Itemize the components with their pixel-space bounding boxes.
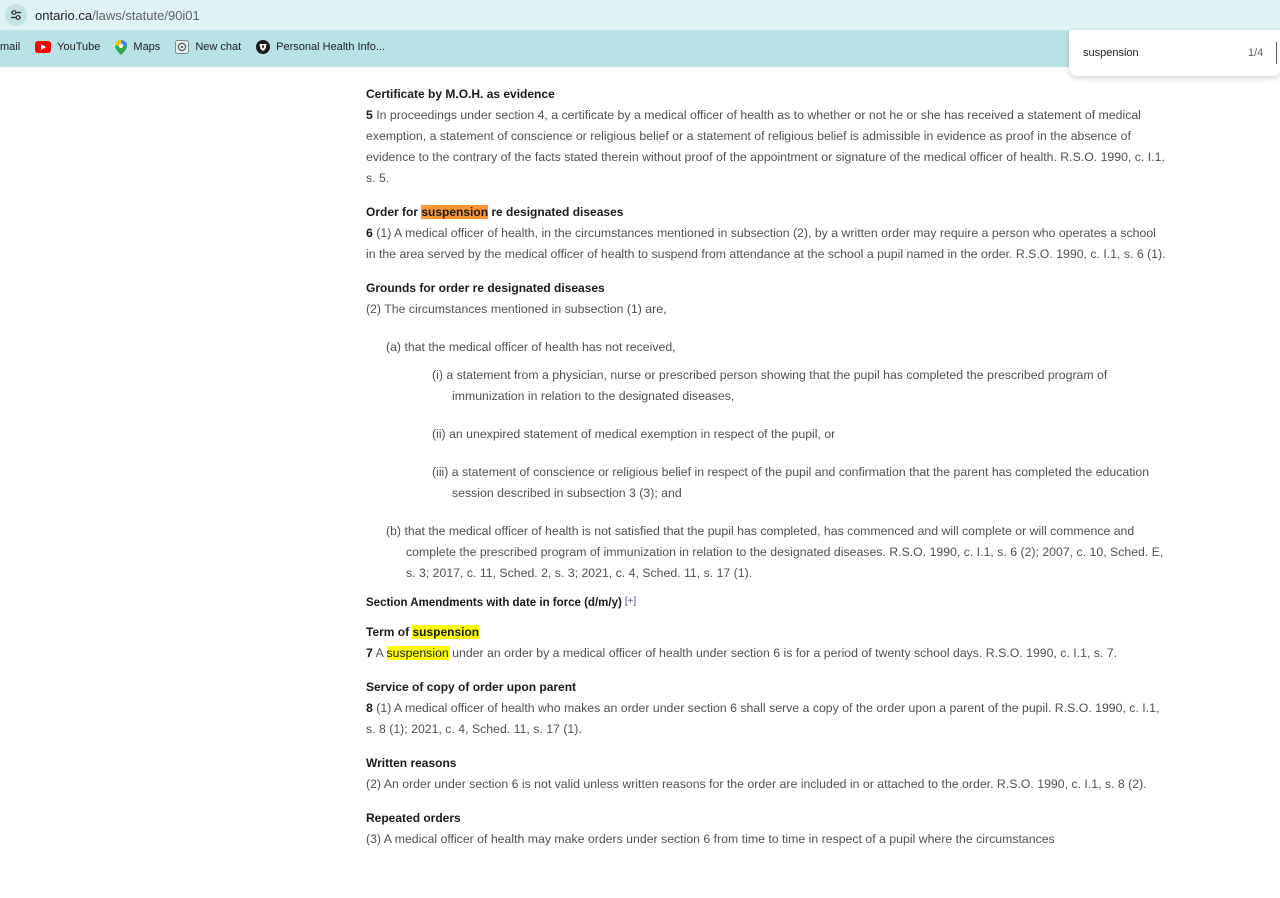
section-number: 6 [366, 226, 373, 240]
section-body: under an order by a medical officer of h… [448, 646, 1118, 660]
find-in-page-bar: suspension 1/4 [1069, 30, 1280, 76]
section-text: 6 (1) A medical officer of health, in th… [366, 223, 1166, 265]
section-heading: Written reasons [366, 756, 457, 770]
section-heading: Grounds for order re designated diseases [366, 281, 605, 295]
section-body: A [372, 646, 387, 660]
section-body: (2) An order under section 6 is not vali… [366, 777, 1147, 791]
section-8-3: Repeated orders (3) A medical officer of… [366, 808, 1166, 850]
section-text: 8 (1) A medical officer of health who ma… [366, 698, 1166, 740]
section-heading: Order for suspension re designated disea… [366, 202, 1166, 223]
heading-text: Term of [366, 625, 413, 639]
bookmarks-bar: mail YouTube Maps New chat Personal Heal… [0, 34, 400, 60]
brave-icon [256, 40, 271, 54]
heading-text: Order for [366, 205, 422, 219]
site-settings-icon[interactable] [5, 4, 27, 26]
section-body: (3) A medical officer of health may make… [366, 832, 1055, 846]
search-highlight: suspension [386, 646, 449, 660]
section-6-2: Grounds for order re designated diseases… [366, 278, 1166, 584]
section-number: 8 [366, 701, 373, 715]
section-8: Service of copy of order upon parent 8 (… [366, 677, 1166, 740]
url-path: /laws/statute/90i01 [92, 7, 200, 23]
section-8-2: Written reasons (2) An order under secti… [366, 753, 1166, 795]
section-7: Term of suspension 7 A suspension under … [366, 622, 1166, 664]
section-5: Certificate by M.O.H. as evidence 5 In p… [366, 84, 1166, 189]
subclause-ii: (ii) an unexpired statement of medical e… [432, 427, 836, 441]
bookmark-new-chat[interactable]: New chat [175, 40, 241, 54]
section-heading: Repeated orders [366, 811, 461, 825]
section-body: In proceedings under section 4, a certif… [366, 108, 1165, 185]
expand-toggle[interactable]: [+] [625, 596, 636, 607]
find-divider [1276, 42, 1277, 64]
youtube-icon [35, 41, 52, 53]
search-highlight-active: suspension [421, 205, 489, 219]
section-6: Order for suspension re designated disea… [366, 202, 1166, 265]
section-body: (1) A medical officer of health who make… [366, 701, 1160, 736]
bookmark-label: Maps [133, 41, 161, 53]
section-amendments-toggle[interactable]: Section Amendments with date in force (d… [366, 591, 1166, 614]
subclause-iii: (iii) a statement of conscience or relig… [432, 465, 1150, 500]
bookmark-maps[interactable]: Maps [115, 39, 161, 55]
bookmark-personal-health[interactable]: Personal Health Info... [256, 40, 385, 54]
section-heading: Certificate by M.O.H. as evidence [366, 87, 555, 101]
find-query-input[interactable]: suspension [1083, 47, 1139, 59]
bookmark-label: mail [0, 41, 21, 53]
section-text: 5 In proceedings under section 4, a cert… [366, 105, 1166, 189]
section-number: 5 [366, 108, 373, 122]
search-highlight: suspension [412, 625, 480, 639]
amendments-label: Section Amendments with date in force (d… [366, 597, 622, 609]
address-bar[interactable]: ontario.ca/laws/statute/90i01 [0, 0, 1280, 30]
section-heading: Service of copy of order upon parent [366, 680, 577, 694]
heading-text: re designated diseases [488, 205, 624, 219]
clause-a: (a) that the medical officer of health h… [386, 340, 676, 354]
section-number: 7 [366, 646, 373, 660]
bookmark-label: Personal Health Info... [276, 41, 386, 53]
section-body: (1) A medical officer of health, in the … [366, 226, 1166, 261]
find-match-count: 1/4 [1248, 47, 1264, 59]
clause-b: (b) that the medical officer of health i… [386, 524, 1164, 580]
statute-content: Certificate by M.O.H. as evidence 5 In p… [366, 84, 1166, 850]
section-heading: Term of suspension [366, 622, 1166, 643]
bookmark-youtube[interactable]: YouTube [35, 41, 100, 53]
bookmark-label: YouTube [57, 41, 101, 53]
subclause-i: (i) a statement from a physician, nurse … [432, 368, 1108, 403]
chatgpt-icon [175, 40, 190, 54]
section-body: (2) The circumstances mentioned in subse… [366, 302, 667, 316]
url-host: ontario.ca [35, 7, 93, 23]
section-text: 7 A suspension under an order by a medic… [366, 643, 1166, 664]
maps-pin-icon [115, 39, 128, 55]
bookmark-gmail[interactable]: mail [0, 41, 20, 53]
bookmark-label: New chat [195, 41, 242, 53]
